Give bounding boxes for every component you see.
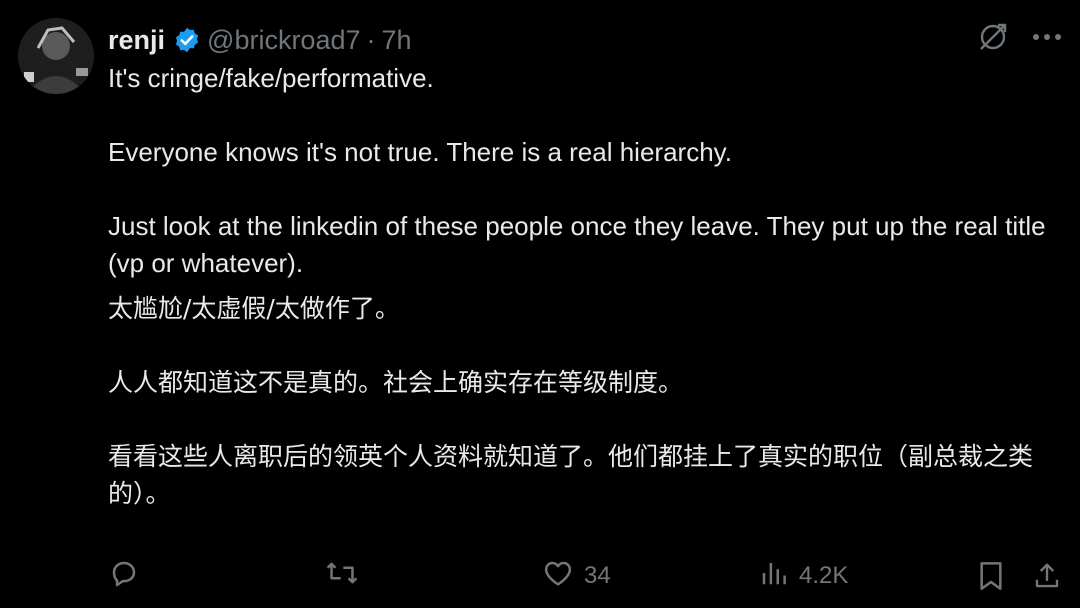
tweet-text-en-3: Just look at the linkedin of these peopl…: [108, 211, 1046, 278]
tweet-text-en-2: Everyone knows it's not true. There is a…: [108, 137, 732, 167]
tweet: renji @brickroad7 · 7h It's cringe/fake/…: [0, 0, 1080, 608]
tweet-body: It's cringe/fake/performative. Everyone …: [108, 60, 1058, 512]
like-count: 34: [584, 562, 611, 589]
translation-block: 太尴尬/太虚假/太做作了。 人人都知道这不是真的。社会上确实存在等级制度。 看看…: [108, 290, 1058, 512]
reply-button[interactable]: [108, 557, 325, 596]
tweet-text-zh-1: 太尴尬/太虚假/太做作了。: [108, 294, 400, 323]
tweet-text-zh-2: 人人都知道这不是真的。社会上确实存在等级制度。: [108, 368, 684, 397]
author-name[interactable]: renji: [108, 25, 165, 56]
share-icon[interactable]: [1032, 560, 1062, 592]
retweet-icon: [325, 557, 359, 596]
author-handle[interactable]: @brickroad7: [207, 25, 360, 56]
heart-icon: [542, 557, 574, 596]
view-count: 4.2K: [799, 562, 849, 589]
avatar[interactable]: [18, 18, 94, 94]
tweet-header: renji @brickroad7 · 7h: [108, 22, 412, 58]
like-button[interactable]: 34: [542, 557, 759, 596]
verified-badge-icon: [173, 26, 201, 54]
reply-icon: [108, 557, 140, 596]
tweet-text-zh-3: 看看这些人离职后的领英个人资料就知道了。他们都挂上了真实的职位（副总裁之类的）。: [108, 442, 1034, 508]
views-button[interactable]: 4.2K: [759, 558, 976, 595]
tweet-text-en-1: It's cringe/fake/performative.: [108, 63, 434, 93]
tweet-top-actions: [976, 20, 1062, 54]
retweet-button[interactable]: [325, 557, 542, 596]
separator-dot: ·: [366, 24, 376, 55]
grok-icon[interactable]: [976, 20, 1010, 54]
more-icon[interactable]: [1032, 32, 1062, 42]
right-actions: [976, 560, 1062, 592]
tweet-action-bar: 34 4.2K: [108, 554, 1062, 598]
views-icon: [759, 558, 789, 595]
bookmark-icon[interactable]: [976, 560, 1006, 592]
timestamp[interactable]: 7h: [382, 25, 412, 56]
